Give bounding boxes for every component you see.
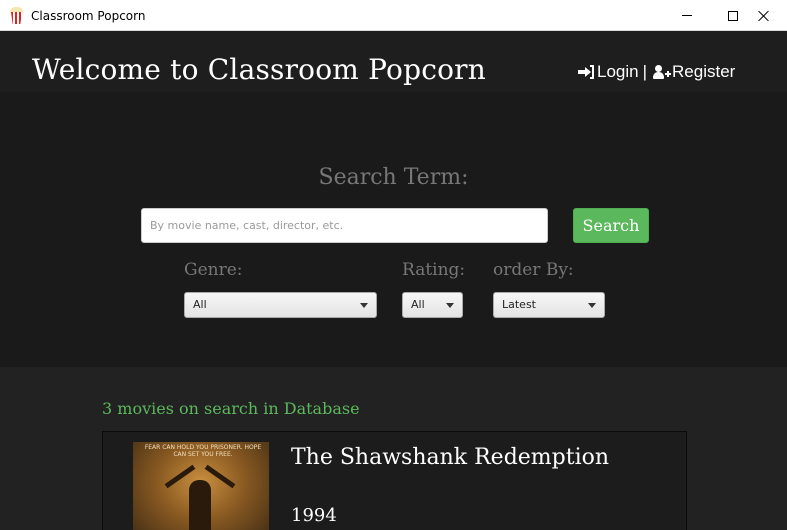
- minimize-icon: [682, 15, 692, 16]
- chevron-down-icon: [360, 303, 368, 308]
- register-link[interactable]: Register: [672, 62, 735, 82]
- movie-title[interactable]: The Shawshank Redemption: [291, 445, 609, 470]
- window-title: Classroom Popcorn: [31, 9, 146, 23]
- order-by-label: order By:: [493, 260, 574, 280]
- close-icon: [758, 10, 770, 22]
- rating-label: Rating:: [402, 260, 466, 280]
- site-header: Welcome to Classroom Popcorn Login | Reg…: [0, 31, 787, 92]
- search-button[interactable]: Search: [573, 208, 649, 243]
- sign-in-icon: [578, 65, 594, 79]
- results-count: 3 movies on search in Database: [102, 399, 360, 418]
- popcorn-icon: [10, 7, 23, 24]
- chevron-down-icon: [446, 303, 454, 308]
- search-input[interactable]: [141, 208, 548, 243]
- site-title: Welcome to Classroom Popcorn: [32, 53, 486, 86]
- user-plus-icon: [653, 65, 672, 79]
- genre-selected-value: All: [193, 298, 207, 311]
- movie-card[interactable]: FEAR CAN HOLD YOU PRISONER. HOPE CAN SET…: [102, 431, 687, 530]
- genre-label: Genre:: [184, 260, 243, 280]
- genre-select[interactable]: All: [184, 292, 377, 318]
- close-button[interactable]: [741, 0, 787, 31]
- movie-poster[interactable]: FEAR CAN HOLD YOU PRISONER. HOPE CAN SET…: [133, 442, 269, 530]
- login-link[interactable]: Login: [597, 62, 639, 82]
- rating-selected-value: All: [411, 298, 425, 311]
- poster-caption: FEAR CAN HOLD YOU PRISONER. HOPE CAN SET…: [144, 444, 262, 458]
- search-panel: Search Term: Search Genre: Rating: order…: [0, 92, 787, 367]
- maximize-icon: [728, 10, 738, 21]
- search-term-label: Search Term:: [318, 165, 469, 190]
- order-by-select[interactable]: Latest: [493, 292, 605, 318]
- order-by-selected-value: Latest: [502, 298, 536, 311]
- chevron-down-icon: [588, 303, 596, 308]
- rating-select[interactable]: All: [402, 292, 463, 318]
- movie-year: 1994: [291, 505, 337, 526]
- window-titlebar: Classroom Popcorn: [0, 0, 787, 31]
- minimize-button[interactable]: [664, 0, 710, 31]
- auth-links: Login | Register: [578, 62, 735, 82]
- auth-separator: |: [642, 62, 648, 81]
